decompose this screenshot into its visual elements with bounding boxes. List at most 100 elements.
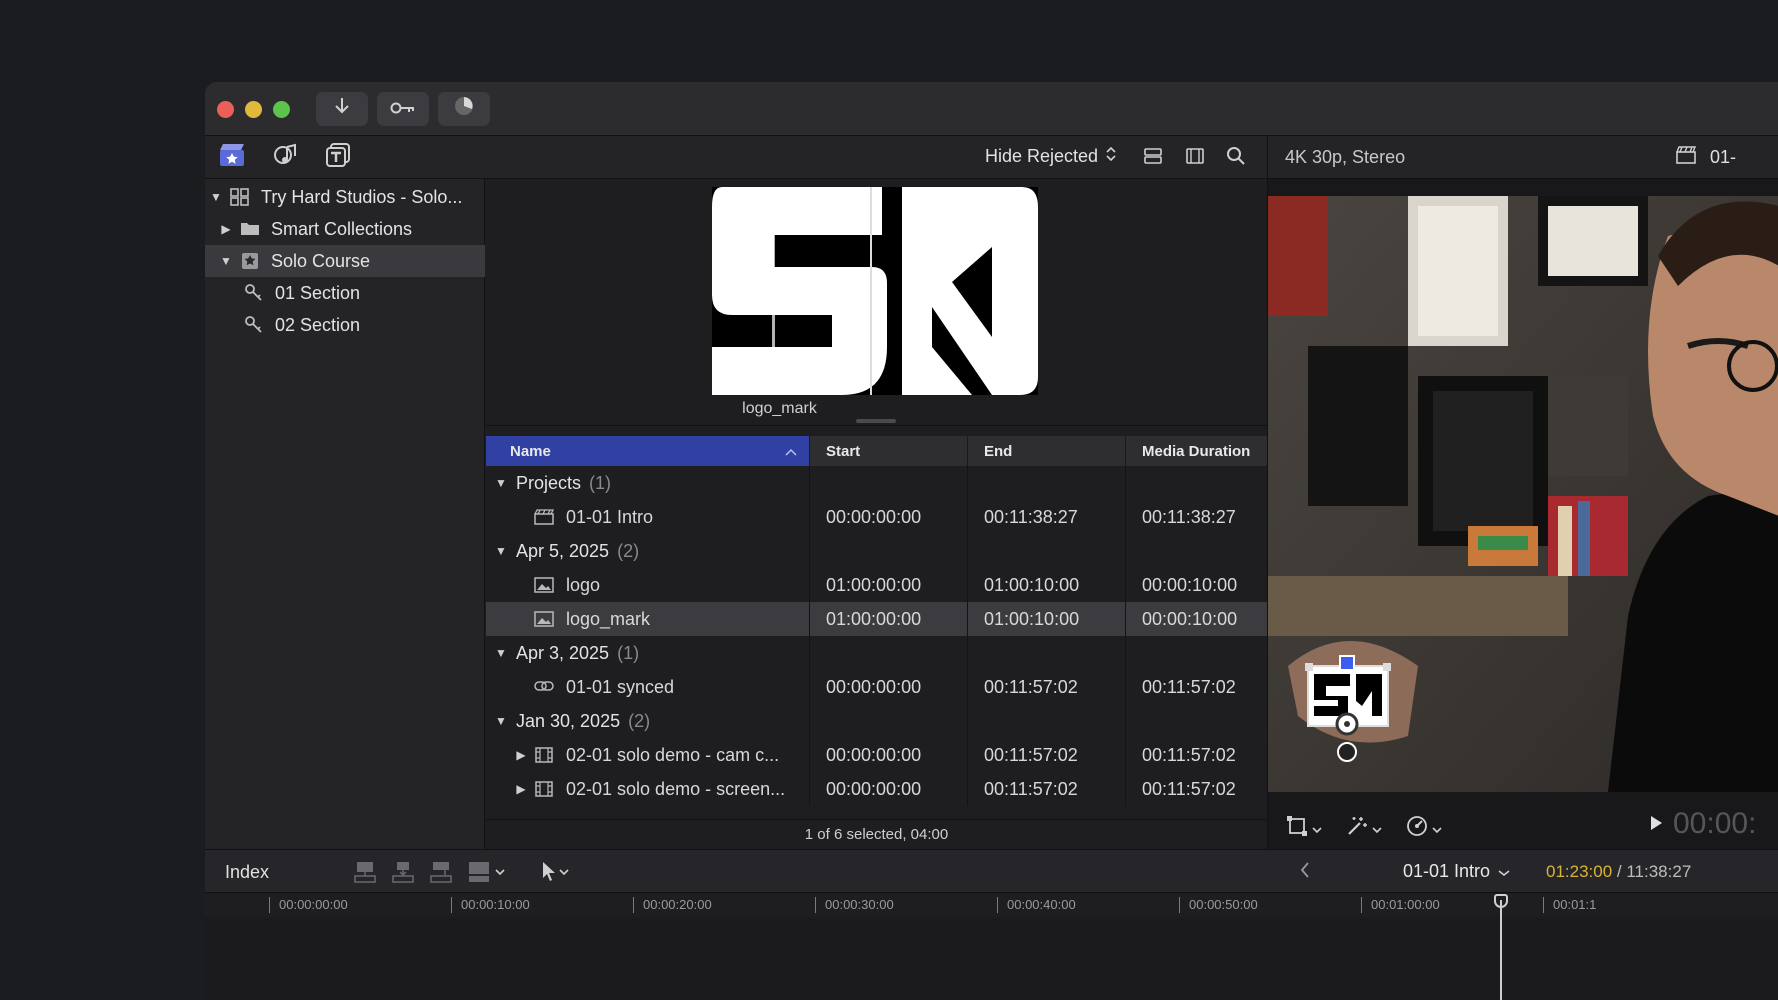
zoom-button[interactable] — [273, 101, 290, 118]
timeline-ruler[interactable]: 00:00:00:00 00:00:10:00 00:00:20:00 00:0… — [205, 893, 1778, 917]
filmstrip-resize-handle[interactable] — [856, 419, 896, 423]
list-view-icon — [1143, 146, 1163, 171]
chevron-down-icon — [1312, 818, 1322, 839]
column-header-end[interactable]: End — [968, 436, 1126, 466]
playhead-handle[interactable] — [1494, 894, 1508, 908]
select-tool-arrow-icon[interactable] — [539, 860, 569, 889]
timeline-project-menu[interactable]: 01-01 Intro — [1403, 861, 1510, 882]
timeline-index-button[interactable]: Index — [225, 862, 269, 883]
ruler-tick-label: 00:00:30:00 — [815, 897, 894, 913]
filter-popup[interactable]: Hide Rejected — [985, 146, 1116, 167]
key-icon — [390, 98, 416, 121]
clip-name: logo_mark — [566, 608, 651, 629]
sidebar-item-01-section[interactable]: 01 Section — [205, 277, 485, 309]
sidebar-item-02-section[interactable]: 02 Section — [205, 309, 485, 341]
logo-mark-image — [712, 187, 1038, 395]
retime-menu[interactable] — [1406, 815, 1442, 842]
time-separator: / — [1612, 862, 1627, 881]
import-button[interactable] — [316, 92, 368, 126]
disclosure-closed-icon[interactable]: ▶ — [514, 782, 528, 796]
photos-audio-button[interactable] — [271, 143, 299, 171]
transform-crop-icon — [1286, 815, 1308, 842]
sidebar-item-library[interactable]: ▼ Try Hard Studios - Solo... — [205, 181, 485, 213]
keyword-key-icon — [243, 316, 265, 334]
libraries-button[interactable] — [218, 144, 246, 171]
minimize-button[interactable] — [245, 101, 262, 118]
column-header-name[interactable]: Name — [486, 436, 810, 466]
libraries-sidebar: ▼ Try Hard Studios - Solo... ▶ Smart Col… — [205, 179, 485, 849]
play-button[interactable] — [1648, 815, 1664, 836]
list-header: Name Start End Media Duration — [486, 436, 1267, 466]
play-icon — [1648, 815, 1664, 836]
chevron-down-icon — [1372, 818, 1382, 839]
viewer-video-frame[interactable] — [1268, 196, 1778, 792]
overwrite-clip-icon[interactable] — [467, 860, 491, 889]
sidebar-item-smart-collections[interactable]: ▶ Smart Collections — [205, 213, 485, 245]
synced-clip-icon — [534, 679, 554, 695]
library-grid-icon — [229, 188, 251, 206]
speedometer-icon — [1406, 815, 1428, 842]
group-row[interactable]: ▼ Jan 30, 2025 (2) — [486, 704, 1267, 738]
clip-name: 01-01 synced — [566, 676, 675, 697]
table-row[interactable]: 01-01 synced 00:00:00:00 00:11:57:02 00:… — [486, 670, 1267, 704]
title-bar — [205, 82, 1778, 136]
table-row[interactable]: 01-01 Intro 00:00:00:00 00:11:38:27 00:1… — [486, 500, 1267, 534]
group-row[interactable]: ▼ Apr 5, 2025 (2) — [486, 534, 1267, 568]
viewer-project-area[interactable]: 01- — [1676, 146, 1736, 169]
ruler-tick-label: 00:01:00:00 — [1361, 897, 1440, 913]
disclosure-open-icon[interactable]: ▼ — [219, 254, 233, 268]
insert-clip-icon[interactable] — [391, 860, 415, 889]
ruler-tick-label: 00:00:40:00 — [997, 897, 1076, 913]
background-tasks-button[interactable] — [438, 92, 490, 126]
keyword-editor-button[interactable] — [377, 92, 429, 126]
disclosure-open-icon[interactable]: ▼ — [494, 544, 508, 558]
viewer-panel: 00:00: — [1267, 179, 1778, 849]
sidebar-item-label: Solo Course — [271, 250, 371, 271]
ruler-tick-label: 00:01:1 — [1542, 897, 1597, 913]
filmstrip: logo_mark — [486, 179, 1267, 426]
group-row[interactable]: ▼ Apr 3, 2025 (1) — [486, 636, 1267, 670]
sidebar-item-label: 01 Section — [275, 282, 361, 303]
browser-panel: logo_mark Name Start End Media Duration — [486, 179, 1267, 849]
connect-clip-icon[interactable] — [353, 860, 377, 889]
disclosure-closed-icon[interactable]: ▶ — [219, 222, 233, 236]
transform-menu[interactable] — [1286, 815, 1322, 842]
table-row[interactable]: ▶ 02-01 solo demo - cam c... 00:00:00:00… — [486, 738, 1267, 772]
titles-generators-button[interactable] — [324, 143, 352, 171]
viewer-timecode: 00:00: — [1673, 807, 1757, 840]
progress-circle-icon — [453, 95, 475, 123]
column-header-duration[interactable]: Media Duration — [1126, 436, 1267, 466]
viewer-project-name: 01- — [1710, 147, 1737, 167]
image-icon — [534, 611, 554, 627]
chevron-down-icon[interactable] — [495, 860, 505, 889]
disclosure-open-icon[interactable]: ▼ — [209, 190, 223, 204]
thumbnail-caption: logo_mark — [742, 400, 817, 417]
close-button[interactable] — [217, 101, 234, 118]
disclosure-closed-icon[interactable]: ▶ — [514, 748, 528, 762]
video-frame-image — [1268, 196, 1778, 792]
clip-appearance-button[interactable] — [1141, 146, 1165, 170]
disclosure-open-icon[interactable]: ▼ — [494, 714, 508, 728]
disclosure-open-icon[interactable]: ▼ — [494, 646, 508, 660]
current-time: 01:23:00 — [1546, 862, 1613, 881]
append-clip-icon[interactable] — [429, 860, 453, 889]
edit-buttons — [353, 860, 569, 889]
sidebar-item-solo-course[interactable]: ▼ Solo Course — [205, 245, 485, 277]
search-button[interactable] — [1224, 146, 1248, 170]
table-row[interactable]: logo 01:00:00:00 01:00:10:00 00:00:10:00 — [486, 568, 1267, 602]
timeline-canvas[interactable] — [205, 917, 1778, 1000]
clip-thumbnail[interactable] — [712, 187, 1038, 395]
enhancements-menu[interactable] — [1346, 815, 1382, 842]
filmstrip-view-button[interactable] — [1183, 146, 1207, 170]
download-arrow-icon — [333, 96, 351, 122]
clip-name: 01-01 Intro — [566, 506, 654, 527]
table-row[interactable]: ▶ 02-01 solo demo - screen... 00:00:00:0… — [486, 772, 1267, 806]
clip-name: 02-01 solo demo - cam c... — [566, 744, 780, 765]
column-header-start[interactable]: Start — [810, 436, 968, 466]
back-chevron-icon[interactable] — [1299, 860, 1311, 886]
filmstrip-icon — [1185, 146, 1205, 171]
playhead[interactable] — [1500, 900, 1502, 1000]
disclosure-open-icon[interactable]: ▼ — [494, 476, 508, 490]
group-row[interactable]: ▼ Projects (1) — [486, 466, 1267, 500]
table-row-selected[interactable]: logo_mark 01:00:00:00 01:00:10:00 00:00:… — [486, 602, 1267, 636]
